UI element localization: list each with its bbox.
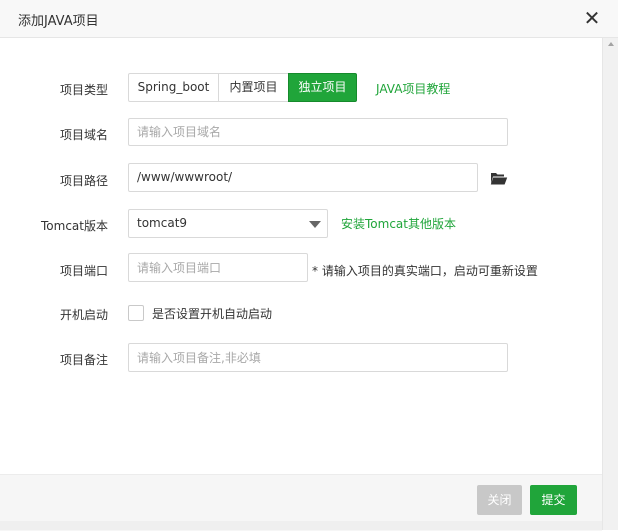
submit-button[interactable]: 提交 <box>530 485 577 515</box>
remark-label: 项目备注 <box>59 353 108 367</box>
dialog-titlebar: 添加JAVA项目 ✕ <box>0 0 618 38</box>
domain-input[interactable] <box>128 118 508 146</box>
tomcat-version-select[interactable]: tomcat9 <box>128 209 328 238</box>
type-option-standalone[interactable]: 独立项目 <box>288 73 357 102</box>
install-tomcat-link[interactable]: 安装Tomcat其他版本 <box>341 215 456 232</box>
domain-label: 项目域名 <box>59 128 108 142</box>
project-type-label: 项目类型 <box>59 83 108 97</box>
close-icon[interactable]: ✕ <box>583 8 601 28</box>
port-input[interactable] <box>128 253 308 282</box>
type-option-builtin[interactable]: 内置项目 <box>218 73 289 102</box>
horizontal-scrollbar[interactable] <box>0 521 602 530</box>
autostart-checkbox[interactable] <box>128 305 144 321</box>
close-button[interactable]: 关闭 <box>477 485 522 515</box>
path-input[interactable]: /www/wwwroot/ <box>128 163 478 192</box>
tomcat-selected-value: tomcat9 <box>137 216 188 230</box>
remark-input[interactable] <box>128 343 508 372</box>
autostart-checkbox-label[interactable]: 是否设置开机自动启动 <box>152 305 272 322</box>
port-label: 项目端口 <box>59 264 108 278</box>
port-hint: * 请输入项目的真实端口，启动可重新设置 <box>312 264 538 278</box>
scrollbar-corner <box>603 512 618 530</box>
path-label: 项目路径 <box>59 174 108 188</box>
folder-open-icon[interactable] <box>490 171 508 185</box>
dialog-title: 添加JAVA项目 <box>18 14 99 29</box>
chevron-down-icon <box>309 221 321 228</box>
type-option-spring-boot[interactable]: Spring_boot <box>128 73 219 102</box>
autostart-label: 开机启动 <box>59 308 108 322</box>
java-tutorial-link[interactable]: JAVA项目教程 <box>376 80 450 97</box>
tomcat-label: Tomcat版本 <box>41 219 108 233</box>
scroll-up-icon[interactable] <box>608 42 614 46</box>
vertical-scrollbar[interactable] <box>602 38 618 530</box>
